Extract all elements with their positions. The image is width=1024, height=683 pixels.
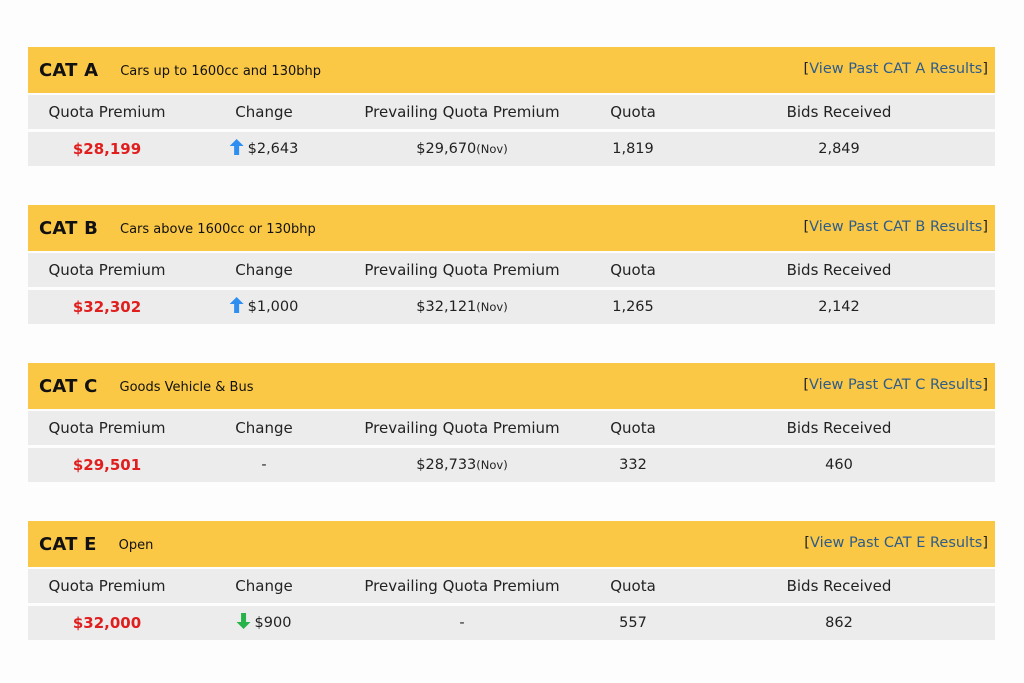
change-value: $900 bbox=[254, 615, 292, 631]
col-header-quota: Quota bbox=[610, 261, 656, 279]
cat-description: Cars above 1600cc or 130bhp bbox=[120, 222, 316, 237]
col-header-change: Change bbox=[235, 103, 293, 121]
prevailing-month: (Nov) bbox=[476, 458, 508, 472]
col-header-quota: Quota bbox=[610, 103, 656, 121]
prevailing-value: $29,670 bbox=[416, 141, 477, 157]
prevailing-month: (Nov) bbox=[476, 142, 508, 156]
value-row: $32,000 $900 - 557 862 bbox=[28, 606, 995, 640]
col-header-bids: Bids Received bbox=[786, 103, 892, 121]
cat-description: Goods Vehicle & Bus bbox=[119, 380, 254, 395]
column-header-row: Quota Premium Change Prevailing Quota Pr… bbox=[28, 253, 995, 287]
change-cell: $2,643 bbox=[229, 132, 299, 166]
prevailing-value: - bbox=[459, 615, 465, 631]
quota-value: 332 bbox=[619, 457, 647, 473]
cat-a-section: CAT A Cars up to 1600cc and 130bhp [View… bbox=[28, 47, 995, 166]
cat-header: CAT B Cars above 1600cc or 130bhp [View … bbox=[28, 205, 995, 251]
view-past-results-link[interactable]: [View Past CAT A Results] bbox=[804, 61, 988, 77]
quota-value: 1,265 bbox=[612, 299, 654, 315]
view-past-results-link-text[interactable]: View Past CAT B Results bbox=[809, 219, 982, 235]
col-header-bids: Bids Received bbox=[786, 419, 892, 437]
cat-header: CAT A Cars up to 1600cc and 130bhp [View… bbox=[28, 47, 995, 93]
arrow-up-icon bbox=[229, 297, 244, 313]
cat-name: CAT B bbox=[39, 217, 99, 239]
prevailing-cell: $32,121(Nov) bbox=[416, 290, 507, 324]
quota-premium-value: $28,199 bbox=[72, 140, 142, 158]
quota-value: 557 bbox=[619, 615, 647, 631]
col-header-change: Change bbox=[235, 419, 293, 437]
view-past-results-link-text[interactable]: View Past CAT C Results bbox=[809, 377, 982, 393]
column-header-row: Quota Premium Change Prevailing Quota Pr… bbox=[28, 569, 995, 603]
cat-name: CAT A bbox=[39, 59, 99, 81]
cat-description: Open bbox=[118, 538, 154, 553]
value-row: $28,199 $2,643 $29,670(Nov) 1,819 2,849 bbox=[28, 132, 995, 166]
col-header-prevailing: Prevailing Quota Premium bbox=[364, 577, 560, 595]
col-header-quota: Quota bbox=[610, 577, 656, 595]
quota-premium-value: $32,302 bbox=[72, 298, 142, 316]
change-cell: $1,000 bbox=[229, 290, 299, 324]
bids-value: 2,849 bbox=[818, 141, 860, 157]
quota-premium-value: $32,000 bbox=[72, 614, 142, 632]
col-header-change: Change bbox=[235, 261, 293, 279]
change-cell: $900 bbox=[236, 606, 292, 640]
col-header-prevailing: Prevailing Quota Premium bbox=[364, 261, 560, 279]
cat-header: CAT E Open [View Past CAT E Results] bbox=[28, 521, 995, 567]
value-row: $29,501 - $28,733(Nov) 332 460 bbox=[28, 448, 995, 482]
cat-name: CAT C bbox=[39, 375, 98, 397]
view-past-results-link[interactable]: [View Past CAT B Results] bbox=[804, 219, 989, 235]
col-header-prevailing: Prevailing Quota Premium bbox=[364, 103, 560, 121]
view-past-results-link[interactable]: [View Past CAT E Results] bbox=[804, 535, 988, 551]
prevailing-cell: $28,733(Nov) bbox=[416, 448, 507, 482]
value-row: $32,302 $1,000 $32,121(Nov) 1,265 2,142 bbox=[28, 290, 995, 324]
bids-value: 460 bbox=[825, 457, 853, 473]
arrow-up-icon bbox=[229, 139, 244, 155]
col-header-bids: Bids Received bbox=[786, 261, 892, 279]
quota-value: 1,819 bbox=[612, 141, 654, 157]
cat-c-section: CAT C Goods Vehicle & Bus [View Past CAT… bbox=[28, 363, 995, 482]
cat-description: Cars up to 1600cc and 130bhp bbox=[120, 64, 321, 79]
bids-value: 2,142 bbox=[818, 299, 860, 315]
col-header-prevailing: Prevailing Quota Premium bbox=[364, 419, 560, 437]
cat-e-section: CAT E Open [View Past CAT E Results] Quo… bbox=[28, 521, 995, 640]
cat-b-section: CAT B Cars above 1600cc or 130bhp [View … bbox=[28, 205, 995, 324]
view-past-results-link-text[interactable]: View Past CAT E Results bbox=[810, 535, 982, 551]
change-value: - bbox=[261, 457, 267, 473]
change-value: $2,643 bbox=[247, 141, 299, 157]
cat-name: CAT E bbox=[39, 533, 97, 555]
prevailing-cell: $29,670(Nov) bbox=[416, 132, 507, 166]
arrow-down-icon bbox=[236, 613, 251, 629]
col-header-change: Change bbox=[235, 577, 293, 595]
col-header-quota-premium: Quota Premium bbox=[48, 103, 166, 121]
col-header-quota-premium: Quota Premium bbox=[48, 419, 166, 437]
prevailing-month: (Nov) bbox=[476, 300, 508, 314]
prevailing-value: $32,121 bbox=[416, 299, 477, 315]
quota-premium-value: $29,501 bbox=[72, 456, 142, 474]
view-past-results-link-text[interactable]: View Past CAT A Results bbox=[809, 61, 982, 77]
bids-value: 862 bbox=[825, 615, 853, 631]
col-header-bids: Bids Received bbox=[786, 577, 892, 595]
cat-header: CAT C Goods Vehicle & Bus [View Past CAT… bbox=[28, 363, 995, 409]
col-header-quota-premium: Quota Premium bbox=[48, 577, 166, 595]
prevailing-value: $28,733 bbox=[416, 457, 477, 473]
change-value: $1,000 bbox=[247, 299, 299, 315]
column-header-row: Quota Premium Change Prevailing Quota Pr… bbox=[28, 411, 995, 445]
column-header-row: Quota Premium Change Prevailing Quota Pr… bbox=[28, 95, 995, 129]
col-header-quota-premium: Quota Premium bbox=[48, 261, 166, 279]
view-past-results-link[interactable]: [View Past CAT C Results] bbox=[803, 377, 988, 393]
col-header-quota: Quota bbox=[610, 419, 656, 437]
